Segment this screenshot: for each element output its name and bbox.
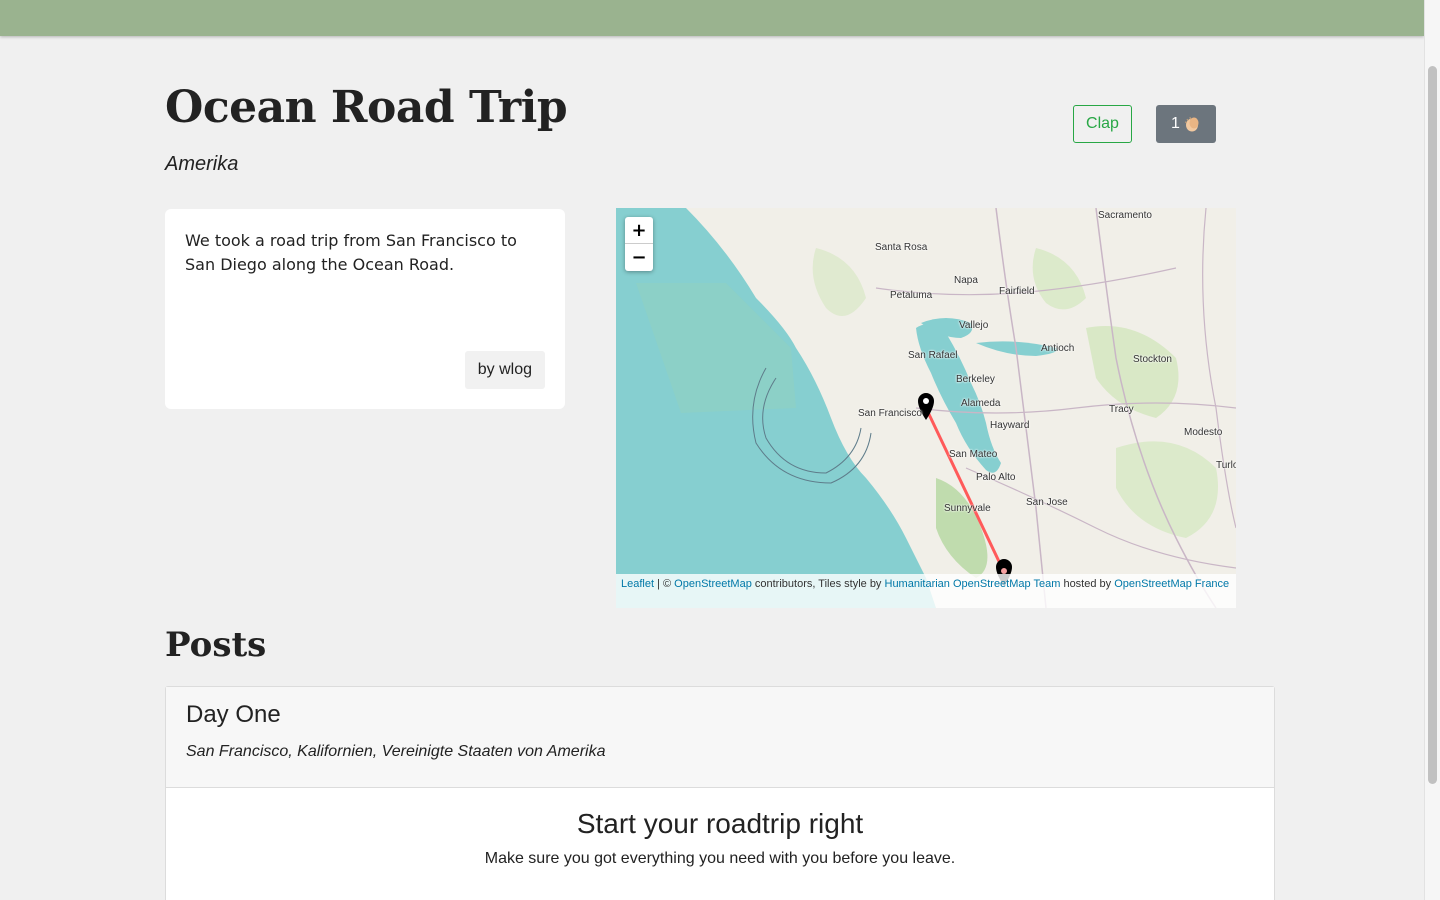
map-label-vallejo: Vallejo — [959, 320, 989, 331]
map-label-modesto: Modesto — [1184, 427, 1223, 438]
clap-count: 1 — [1171, 115, 1180, 132]
map-attribution: Leaflet | © OpenStreetMap contributors, … — [616, 574, 1236, 608]
hot-link[interactable]: Humanitarian OpenStreetMap Team — [885, 578, 1061, 590]
scrollbar-thumb[interactable] — [1428, 66, 1437, 784]
post-body: Start your roadtrip right Make sure you … — [166, 788, 1274, 868]
attrib-contrib: contributors, Tiles style by — [751, 578, 885, 590]
map-label-alameda: Alameda — [961, 398, 1001, 409]
map-label-antioch: Antioch — [1041, 343, 1075, 354]
leaflet-link[interactable]: Leaflet — [621, 578, 654, 590]
zoom-in-button[interactable]: + — [625, 217, 653, 244]
map-label-san-mateo: San Mateo — [949, 449, 998, 460]
clapping-hands-icon — [1183, 115, 1201, 133]
route-map[interactable]: Sacramento Santa Rosa Napa Fairfield Pet… — [616, 208, 1236, 608]
trip-title: Ocean Road Trip — [165, 82, 568, 133]
map-label-turlock: Turlo — [1216, 460, 1236, 471]
map-label-berkeley: Berkeley — [956, 374, 995, 385]
post-title[interactable]: Day One — [186, 701, 1254, 729]
osm-france-link[interactable]: OpenStreetMap France — [1114, 578, 1229, 590]
post-location: San Francisco, Kalifornien, Vereinigte S… — [186, 743, 606, 760]
clap-button[interactable]: Clap — [1073, 105, 1132, 143]
map-label-palo-alto: Palo Alto — [976, 472, 1016, 483]
attrib-hosted: hosted by — [1060, 578, 1115, 590]
map-label-san-jose: San Jose — [1026, 497, 1068, 508]
post-section-text: Make sure you got everything you need wi… — [484, 850, 956, 867]
map-label-sacramento: Sacramento — [1098, 210, 1152, 221]
map-tiles — [616, 208, 1236, 608]
post-header: Day One San Francisco, Kalifornien, Vere… — [166, 687, 1274, 788]
attrib-separator: | © — [654, 578, 675, 590]
trip-description-card: We took a road trip from San Francisco t… — [165, 209, 565, 409]
map-label-fairfield: Fairfield — [999, 286, 1035, 297]
map-label-sunnyvale: Sunnyvale — [944, 503, 991, 514]
post-section-title: Start your roadtrip right — [576, 808, 864, 839]
map-label-san-francisco: San Francisco — [858, 408, 922, 419]
author-badge[interactable]: by wlog — [464, 351, 545, 389]
page-scrollbar[interactable] — [1424, 0, 1440, 900]
zoom-out-button[interactable]: − — [625, 244, 653, 271]
posts-heading: Posts — [165, 625, 267, 665]
map-label-stockton: Stockton — [1133, 354, 1172, 365]
map-label-petaluma: Petaluma — [890, 290, 933, 301]
post-card[interactable]: Day One San Francisco, Kalifornien, Vere… — [165, 686, 1275, 900]
map-label-san-rafael: San Rafael — [908, 350, 958, 361]
osm-link[interactable]: OpenStreetMap — [674, 578, 752, 590]
map-label-napa: Napa — [954, 275, 978, 286]
top-navbar — [0, 0, 1424, 36]
map-label-santa-rosa: Santa Rosa — [875, 242, 928, 253]
trip-country: Amerika — [165, 153, 239, 175]
trip-description: We took a road trip from San Francisco t… — [185, 231, 517, 274]
map-label-hayward: Hayward — [990, 420, 1030, 431]
map-zoom-control: + − — [625, 217, 653, 271]
clap-count-button[interactable]: 1 — [1156, 105, 1216, 143]
map-label-tracy: Tracy — [1109, 404, 1134, 415]
